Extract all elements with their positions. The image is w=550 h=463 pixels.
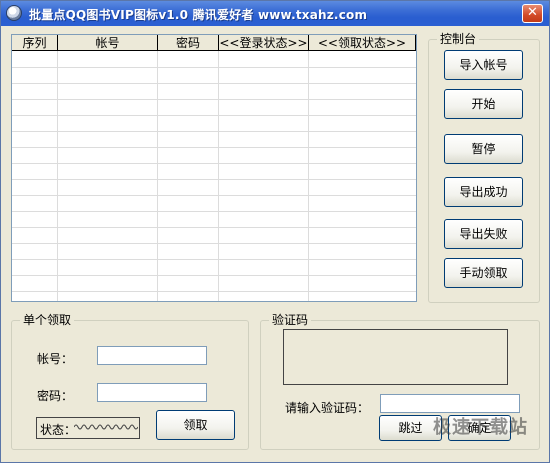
- grid-row-divider: [12, 83, 416, 84]
- grid-header: 序列 帐号 密码 <<登录状态>> <<领取状态>>: [12, 35, 416, 51]
- app-penguin-icon: [6, 5, 22, 21]
- title-bar[interactable]: 批量点QQ图书VIP图标v1.0 腾讯爱好者 www.txahz.com ✕: [1, 1, 549, 26]
- grid-column-divider: [157, 51, 158, 301]
- grid-row-divider: [12, 99, 416, 100]
- grid-row-divider: [12, 291, 416, 292]
- column-header-account[interactable]: 帐号: [58, 35, 158, 51]
- password-input[interactable]: [97, 383, 207, 402]
- column-header-claim-status[interactable]: <<领取状态>>: [309, 35, 416, 51]
- status-display: 状态：: [36, 417, 140, 439]
- grid-row-divider: [12, 259, 416, 260]
- captcha-title: 验证码: [269, 313, 312, 327]
- grid-row-divider: [12, 131, 416, 132]
- grid-row-divider: [12, 163, 416, 164]
- captcha-input-label: 请输入验证码：: [285, 401, 370, 415]
- grid-row-divider: [12, 275, 416, 276]
- single-claim-title: 单个领取: [20, 313, 75, 327]
- pause-button[interactable]: 暂停: [444, 134, 523, 164]
- export-success-button[interactable]: 导出成功: [444, 177, 523, 207]
- account-grid[interactable]: 序列 帐号 密码 <<登录状态>> <<领取状态>>: [11, 34, 417, 302]
- column-header-index[interactable]: 序列: [12, 35, 58, 51]
- watermark-logo: 极速下载站: [433, 417, 528, 438]
- grid-row-divider: [12, 115, 416, 116]
- control-panel-title: 控制台: [437, 32, 480, 46]
- account-input[interactable]: [97, 346, 207, 365]
- grid-row-divider: [12, 195, 416, 196]
- status-wavy-line-icon: [74, 424, 138, 430]
- column-header-password[interactable]: 密码: [158, 35, 219, 51]
- captcha-input[interactable]: [380, 394, 520, 413]
- manual-claim-button[interactable]: 手动领取: [444, 258, 523, 288]
- captcha-image: [283, 329, 508, 385]
- grid-column-divider: [218, 51, 219, 301]
- grid-row-divider: [12, 179, 416, 180]
- app-window: 批量点QQ图书VIP图标v1.0 腾讯爱好者 www.txahz.com ✕ 序…: [0, 0, 550, 463]
- grid-row-divider: [12, 227, 416, 228]
- account-label: 帐号：: [37, 352, 74, 366]
- grid-row-divider: [12, 147, 416, 148]
- column-header-login-status[interactable]: <<登录状态>>: [219, 35, 309, 51]
- password-label: 密码：: [37, 389, 74, 403]
- grid-column-divider: [308, 51, 309, 301]
- grid-row-divider: [12, 243, 416, 244]
- claim-button[interactable]: 领取: [156, 410, 235, 440]
- import-accounts-button[interactable]: 导入帐号: [444, 50, 523, 80]
- grid-row-divider: [12, 67, 416, 68]
- close-button[interactable]: ✕: [522, 4, 543, 23]
- grid-row-divider: [12, 211, 416, 212]
- export-fail-button[interactable]: 导出失败: [444, 219, 523, 249]
- status-label: 状态：: [40, 423, 77, 437]
- window-title: 批量点QQ图书VIP图标v1.0 腾讯爱好者 www.txahz.com: [29, 8, 368, 22]
- start-button[interactable]: 开始: [444, 89, 523, 119]
- grid-column-divider: [57, 51, 58, 301]
